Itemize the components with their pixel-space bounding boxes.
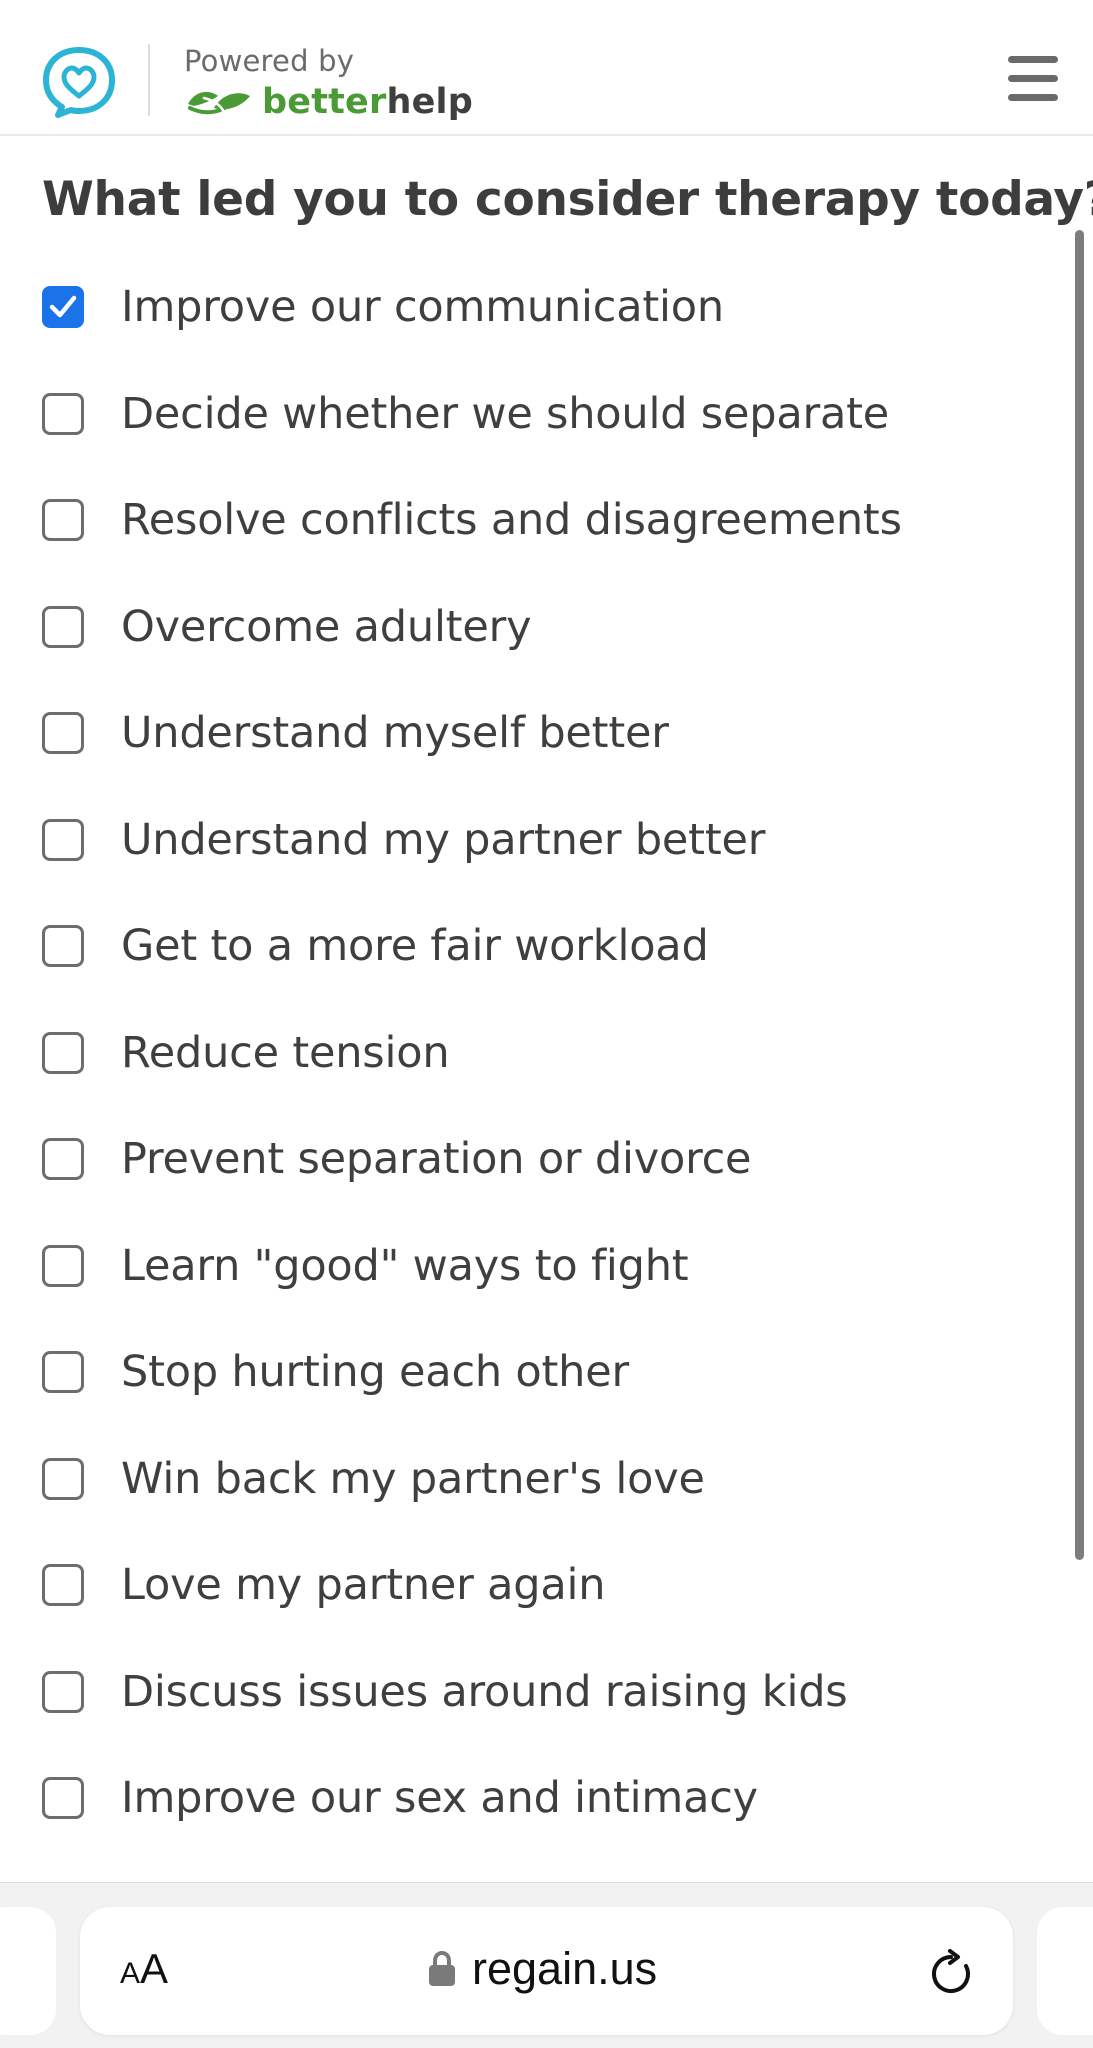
option-item[interactable]: Learn "good" ways to fight [0, 1215, 1060, 1322]
powered-by-text: Powered by [184, 44, 355, 78]
option-label: Understand myself better [121, 708, 669, 758]
options-list: Improve our communication Decide whether … [0, 256, 1060, 1854]
option-label: Learn "good" ways to fight [121, 1240, 689, 1291]
leaf-icon [188, 91, 250, 115]
url-display[interactable]: regain.us [428, 1943, 657, 1995]
question-title: What led you to consider therapy today? [42, 172, 1093, 227]
option-label: Improve our sex and intimacy [121, 1773, 758, 1823]
checkbox[interactable] [42, 925, 84, 967]
hamburger-menu-icon[interactable] [1004, 54, 1062, 104]
option-item[interactable]: Prevent separation or divorce [0, 1108, 1060, 1215]
aa-big-text: A [140, 1945, 169, 1992]
option-item[interactable]: Love my partner again [0, 1534, 1060, 1641]
previous-tab-preview[interactable] [0, 1907, 56, 2035]
option-label: Win back my partner's love [121, 1453, 705, 1504]
option-item[interactable]: Overcome adultery [0, 576, 1060, 683]
option-item[interactable]: Get to a more fair workload [0, 895, 1060, 1002]
checkbox[interactable] [42, 1670, 84, 1713]
page: Powered by betterhelp What led you to co… [0, 0, 1093, 2048]
option-label: Prevent separation or divorce [121, 1134, 752, 1184]
checkbox[interactable] [42, 1777, 84, 1819]
lock-icon [429, 1951, 455, 1986]
option-item[interactable]: Discuss issues around raising kids [0, 1641, 1060, 1748]
option-item[interactable]: Decide whether we should separate [0, 363, 1060, 470]
brand-help-text: help [386, 82, 473, 122]
checkbox[interactable] [42, 1457, 84, 1500]
betterhelp-wordmark: betterhelp [262, 82, 473, 122]
checkbox[interactable] [42, 818, 84, 861]
option-item[interactable]: Improve our sex and intimacy [0, 1747, 1060, 1854]
option-label: Overcome adultery [121, 601, 532, 652]
option-label: Reduce tension [121, 1027, 450, 1078]
url-text: regain.us [472, 1943, 658, 1994]
option-item[interactable]: Win back my partner's love [0, 1428, 1060, 1535]
checkbox[interactable] [42, 1351, 84, 1393]
betterhelp-logo: betterhelp [184, 82, 473, 122]
checkbox[interactable] [42, 1564, 84, 1606]
brand-better-text: better [262, 82, 387, 122]
option-label: Decide whether we should separate [121, 388, 890, 439]
option-item[interactable]: Resolve conflicts and disagreements [0, 469, 1060, 576]
option-item[interactable]: Improve our communication [0, 256, 1060, 363]
option-label: Get to a more fair workload [121, 921, 709, 971]
checkbox[interactable] [42, 1031, 84, 1074]
option-label: Resolve conflicts and disagreements [121, 495, 902, 545]
address-bar[interactable]: AA regain.us [80, 1907, 1013, 2035]
header: Powered by betterhelp [0, 0, 1093, 136]
browser-bottom-bar: AA regain.us [0, 1882, 1093, 2048]
option-label: Improve our communication [121, 282, 724, 332]
scrollbar[interactable] [1075, 230, 1084, 1560]
option-label: Discuss issues around raising kids [121, 1666, 848, 1717]
checkbox[interactable] [42, 392, 84, 435]
checkbox[interactable] [42, 712, 84, 754]
option-item[interactable]: Stop hurting each other [0, 1321, 1060, 1428]
option-item[interactable]: Understand my partner better [0, 789, 1060, 896]
option-item[interactable]: Understand myself better [0, 682, 1060, 789]
option-label: Stop hurting each other [121, 1347, 629, 1397]
checkbox[interactable] [42, 1138, 84, 1180]
heart-chat-bubble-icon[interactable] [40, 44, 118, 118]
option-label: Love my partner again [121, 1560, 606, 1610]
page-settings-button[interactable]: AA [120, 1945, 168, 1993]
checkmark-icon [49, 295, 77, 318]
header-divider [148, 44, 150, 116]
reload-icon[interactable] [926, 1949, 976, 1999]
next-tab-preview[interactable] [1037, 1907, 1093, 2035]
checkbox[interactable] [42, 1244, 84, 1287]
option-label: Understand my partner better [121, 814, 766, 865]
checkbox-checked[interactable] [42, 286, 84, 328]
checkbox[interactable] [42, 499, 84, 541]
option-item[interactable]: Reduce tension [0, 1002, 1060, 1109]
checkbox[interactable] [42, 605, 84, 648]
aa-small-text: A [120, 1957, 141, 1990]
